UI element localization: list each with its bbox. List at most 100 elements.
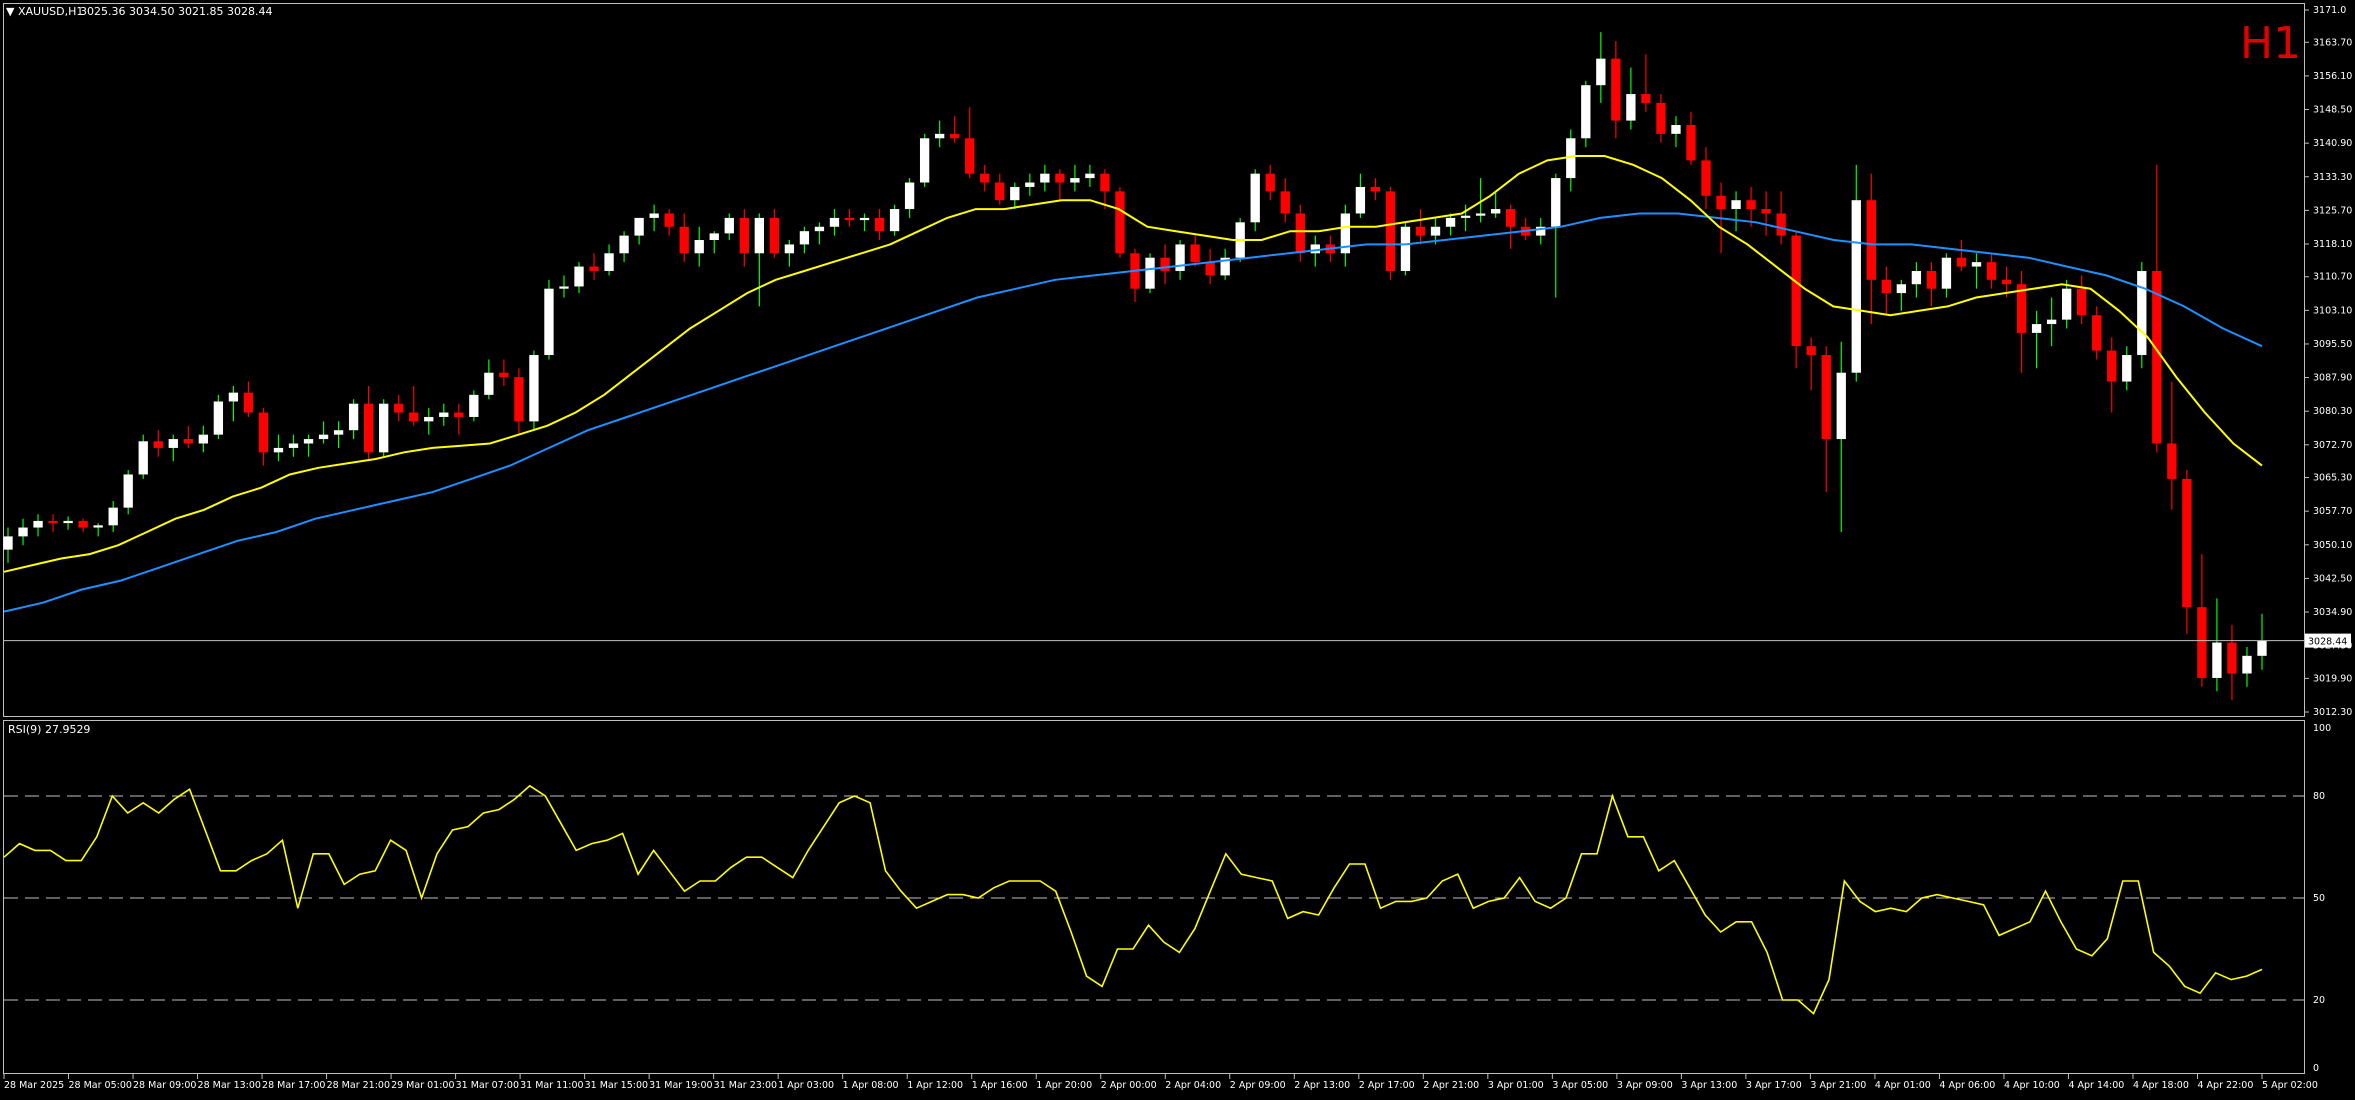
trading-chart[interactable]: ▼ XAUUSD,H1 3025.36 3034.50 3021.85 3028… bbox=[0, 0, 2355, 1100]
candle-body bbox=[2077, 288, 2087, 316]
ma-fast-line bbox=[3, 155, 2263, 573]
candle-body bbox=[859, 217, 870, 221]
candle-body bbox=[874, 217, 885, 232]
candle-body bbox=[333, 430, 344, 435]
candle-body bbox=[934, 133, 945, 139]
candle-body bbox=[1055, 173, 1065, 183]
time-tick-label: 31 Mar 11:00 bbox=[520, 1080, 583, 1091]
symbol-period: XAUUSD,H1 bbox=[18, 5, 83, 18]
time-tick-label: 4 Apr 10:00 bbox=[2004, 1080, 2060, 1091]
candle-body bbox=[228, 392, 239, 402]
candle-body bbox=[904, 182, 915, 210]
time-tick-label: 31 Mar 23:00 bbox=[714, 1080, 777, 1091]
price-tick-label: 3065.30 bbox=[2313, 473, 2352, 484]
candle-body bbox=[1190, 244, 1200, 263]
candle-body bbox=[2152, 270, 2162, 444]
candle-body bbox=[965, 138, 975, 174]
candles bbox=[3, 32, 2267, 701]
candle-body bbox=[348, 403, 359, 431]
candle-body bbox=[1506, 209, 1516, 227]
time-tick-label: 4 Apr 22:00 bbox=[2197, 1080, 2253, 1091]
candle-body bbox=[1310, 244, 1320, 254]
candle-body bbox=[724, 217, 734, 234]
candle-body bbox=[2242, 655, 2252, 674]
current-price-label: 3028.44 bbox=[2308, 637, 2347, 648]
time-tick-label: 4 Apr 06:00 bbox=[1939, 1080, 1995, 1091]
price-tick-label: 3118.10 bbox=[2313, 239, 2352, 250]
candle-body bbox=[2031, 324, 2042, 333]
candle-body bbox=[589, 266, 599, 271]
time-tick-label: 2 Apr 00:00 bbox=[1101, 1080, 1157, 1091]
time-tick-label: 5 Apr 02:00 bbox=[2262, 1080, 2318, 1091]
price-tick-label: 3140.90 bbox=[2313, 138, 2352, 149]
candle-body bbox=[1596, 58, 1606, 86]
candle-body bbox=[1761, 209, 1771, 214]
candle-body bbox=[273, 447, 284, 453]
candle-body bbox=[1400, 226, 1411, 271]
rsi-levels: 100 80 50 20 0 bbox=[4, 723, 2331, 1074]
chart-menu-arrow-icon[interactable]: ▼ bbox=[6, 5, 15, 18]
rsi-line-group bbox=[3, 784, 2263, 1015]
price-tick-label: 3156.10 bbox=[2313, 71, 2352, 82]
time-tick-label: 28 Mar 2025 bbox=[4, 1080, 64, 1091]
price-tick-label: 3019.90 bbox=[2313, 673, 2352, 684]
candle-body bbox=[303, 439, 314, 444]
candle-body bbox=[123, 474, 133, 508]
candle-body bbox=[198, 434, 209, 444]
candle-body bbox=[544, 288, 554, 356]
price-tick-label: 3072.70 bbox=[2313, 440, 2352, 451]
candle-body bbox=[2001, 279, 2012, 285]
candle-body bbox=[619, 235, 629, 254]
time-tick-label: 2 Apr 21:00 bbox=[1423, 1080, 1479, 1091]
time-tick-label: 3 Apr 17:00 bbox=[1746, 1080, 1802, 1091]
price-tick-label: 3110.70 bbox=[2313, 272, 2352, 283]
candle-body bbox=[1926, 270, 1937, 289]
candle-body bbox=[1250, 173, 1260, 223]
main-panel-frame bbox=[3, 3, 2305, 717]
candle-body bbox=[469, 394, 479, 417]
candle-body bbox=[153, 441, 163, 448]
candle-body bbox=[484, 372, 494, 395]
candle-body bbox=[1611, 58, 1621, 121]
candle-body bbox=[2182, 478, 2192, 608]
time-tick-label: 1 Apr 16:00 bbox=[972, 1080, 1028, 1091]
time-tick-label: 28 Mar 21:00 bbox=[327, 1080, 390, 1091]
candle-body bbox=[33, 520, 43, 528]
candle-body bbox=[1821, 355, 1831, 440]
candle-body bbox=[1265, 173, 1275, 192]
time-tick-label: 28 Mar 05:00 bbox=[69, 1080, 132, 1091]
candle-body bbox=[889, 209, 900, 232]
candle-body bbox=[394, 403, 404, 413]
candle-body bbox=[1415, 226, 1426, 236]
time-tick-label: 4 Apr 14:00 bbox=[2068, 1080, 2124, 1091]
candle-body bbox=[1280, 191, 1290, 214]
candle-body bbox=[213, 401, 224, 435]
rsi-scale-label: 100 bbox=[2313, 723, 2331, 734]
candle-body bbox=[288, 443, 299, 448]
candle-body bbox=[559, 286, 569, 289]
candle-body bbox=[1430, 226, 1441, 236]
candle-body bbox=[1896, 284, 1907, 294]
candle-body bbox=[1986, 262, 1997, 280]
candle-body bbox=[679, 226, 689, 254]
time-tick-label: 1 Apr 20:00 bbox=[1036, 1080, 1092, 1091]
candle-body bbox=[1581, 85, 1591, 139]
candle-body bbox=[2197, 607, 2207, 678]
candle-body bbox=[784, 244, 795, 254]
candle-body bbox=[1671, 125, 1681, 134]
candle-body bbox=[454, 412, 464, 417]
candle-body bbox=[1941, 257, 1952, 289]
price-tick-label: 3133.30 bbox=[2313, 172, 2352, 183]
price-tick-label: 3057.70 bbox=[2313, 506, 2352, 517]
candle-body bbox=[1100, 173, 1110, 192]
candle-body bbox=[2227, 642, 2237, 674]
price-tick-label: 3080.30 bbox=[2313, 406, 2352, 417]
time-tick-label: 28 Mar 17:00 bbox=[262, 1080, 325, 1091]
time-tick-label: 4 Apr 18:00 bbox=[2133, 1080, 2189, 1091]
price-tick-label: 3103.10 bbox=[2313, 305, 2352, 316]
ohlc-values: 3025.36 3034.50 3021.85 3028.44 bbox=[80, 5, 272, 18]
candle-body bbox=[439, 412, 449, 417]
candle-body bbox=[258, 412, 269, 453]
candle-body bbox=[980, 173, 990, 183]
candle-body bbox=[1791, 235, 1801, 347]
